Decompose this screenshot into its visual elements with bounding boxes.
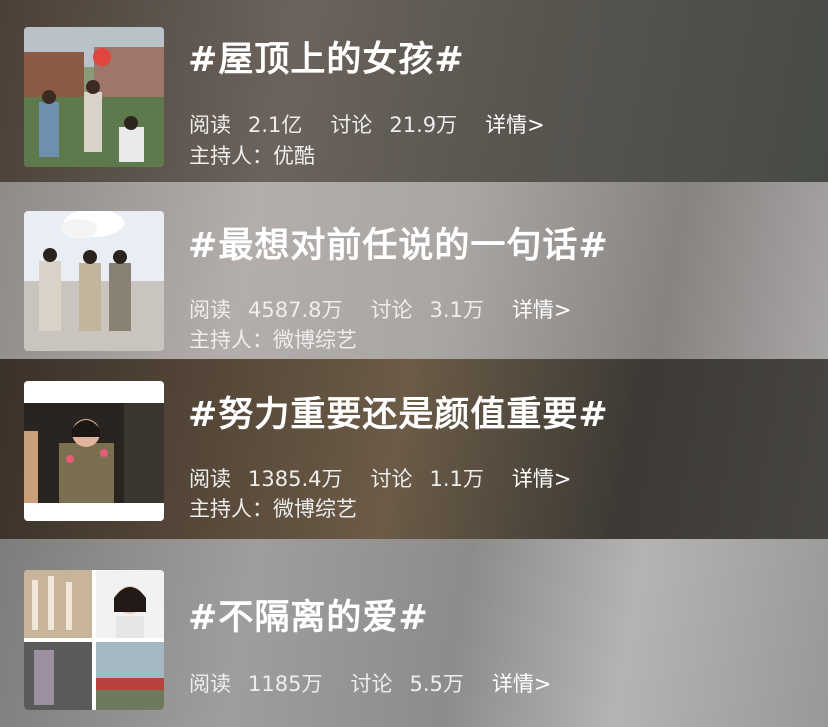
host-label: 主持人： <box>189 144 273 168</box>
topic-row[interactable]: #屋顶上的女孩# 阅读 2.1亿 讨论 21.9万 详情> 主持人：优酷 <box>0 0 828 182</box>
read-label: 阅读 <box>189 298 231 322</box>
topic-thumbnail[interactable] <box>24 570 164 710</box>
discuss-label: 讨论 <box>330 113 373 137</box>
read-count: 1185万 <box>248 672 323 696</box>
topic-title[interactable]: #不隔离的爱# <box>188 589 429 640</box>
topic-title[interactable]: #最想对前任说的一句话# <box>188 217 609 268</box>
discuss-count: 1.1万 <box>429 467 484 491</box>
read-label: 阅读 <box>189 113 231 137</box>
topic-row[interactable]: #最想对前任说的一句话# 阅读 4587.8万 讨论 3.1万 详情> 主持人：微博综艺 <box>0 182 828 359</box>
detail-link[interactable]: 详情> <box>485 113 545 137</box>
detail-link[interactable]: 详情> <box>512 298 572 322</box>
discuss-label: 讨论 <box>350 672 393 696</box>
topic-row[interactable]: #努力重要还是颜值重要# 阅读 1385.4万 讨论 1.1万 详情> 主持人：微博综艺 <box>0 359 828 539</box>
topic-stats: 阅读 2.1亿 讨论 21.9万 详情> <box>189 109 559 139</box>
topic-list: #屋顶上的女孩# 阅读 2.1亿 讨论 21.9万 详情> 主持人：优酷 #最想对前任说 <box>0 0 828 727</box>
host-info: 主持人：优酷 <box>189 140 315 170</box>
topic-stats: 阅读 4587.8万 讨论 3.1万 详情> <box>189 294 586 324</box>
topic-title[interactable]: #努力重要还是颜值重要# <box>188 386 609 437</box>
topic-thumbnail[interactable] <box>24 27 164 167</box>
read-count: 4587.8万 <box>248 298 343 322</box>
discuss-count: 3.1万 <box>429 298 484 322</box>
discuss-label: 讨论 <box>370 298 413 322</box>
discuss-count: 21.9万 <box>389 113 458 137</box>
discuss-label: 讨论 <box>370 467 413 491</box>
topic-thumbnail[interactable] <box>24 211 164 351</box>
read-count: 1385.4万 <box>248 467 343 491</box>
topic-thumbnail[interactable] <box>24 381 164 521</box>
read-label: 阅读 <box>189 467 231 491</box>
host-name[interactable]: 微博综艺 <box>273 497 357 521</box>
topic-stats: 阅读 1385.4万 讨论 1.1万 详情> <box>189 463 586 493</box>
detail-link[interactable]: 详情> <box>512 467 572 491</box>
host-info: 主持人：微博综艺 <box>189 324 357 354</box>
host-label: 主持人： <box>189 328 273 352</box>
detail-link[interactable]: 详情> <box>492 672 552 696</box>
host-info: 主持人：微博综艺 <box>189 493 357 523</box>
host-label: 主持人： <box>189 497 273 521</box>
discuss-count: 5.5万 <box>409 672 464 696</box>
topic-stats: 阅读 1185万 讨论 5.5万 详情> <box>189 668 565 698</box>
read-label: 阅读 <box>189 672 231 696</box>
topic-title[interactable]: #屋顶上的女孩# <box>188 31 465 82</box>
topic-row[interactable]: #不隔离的爱# 阅读 1185万 讨论 5.5万 详情> <box>0 539 828 727</box>
host-name[interactable]: 优酷 <box>273 144 315 168</box>
read-count: 2.1亿 <box>248 113 303 137</box>
host-name[interactable]: 微博综艺 <box>273 328 357 352</box>
